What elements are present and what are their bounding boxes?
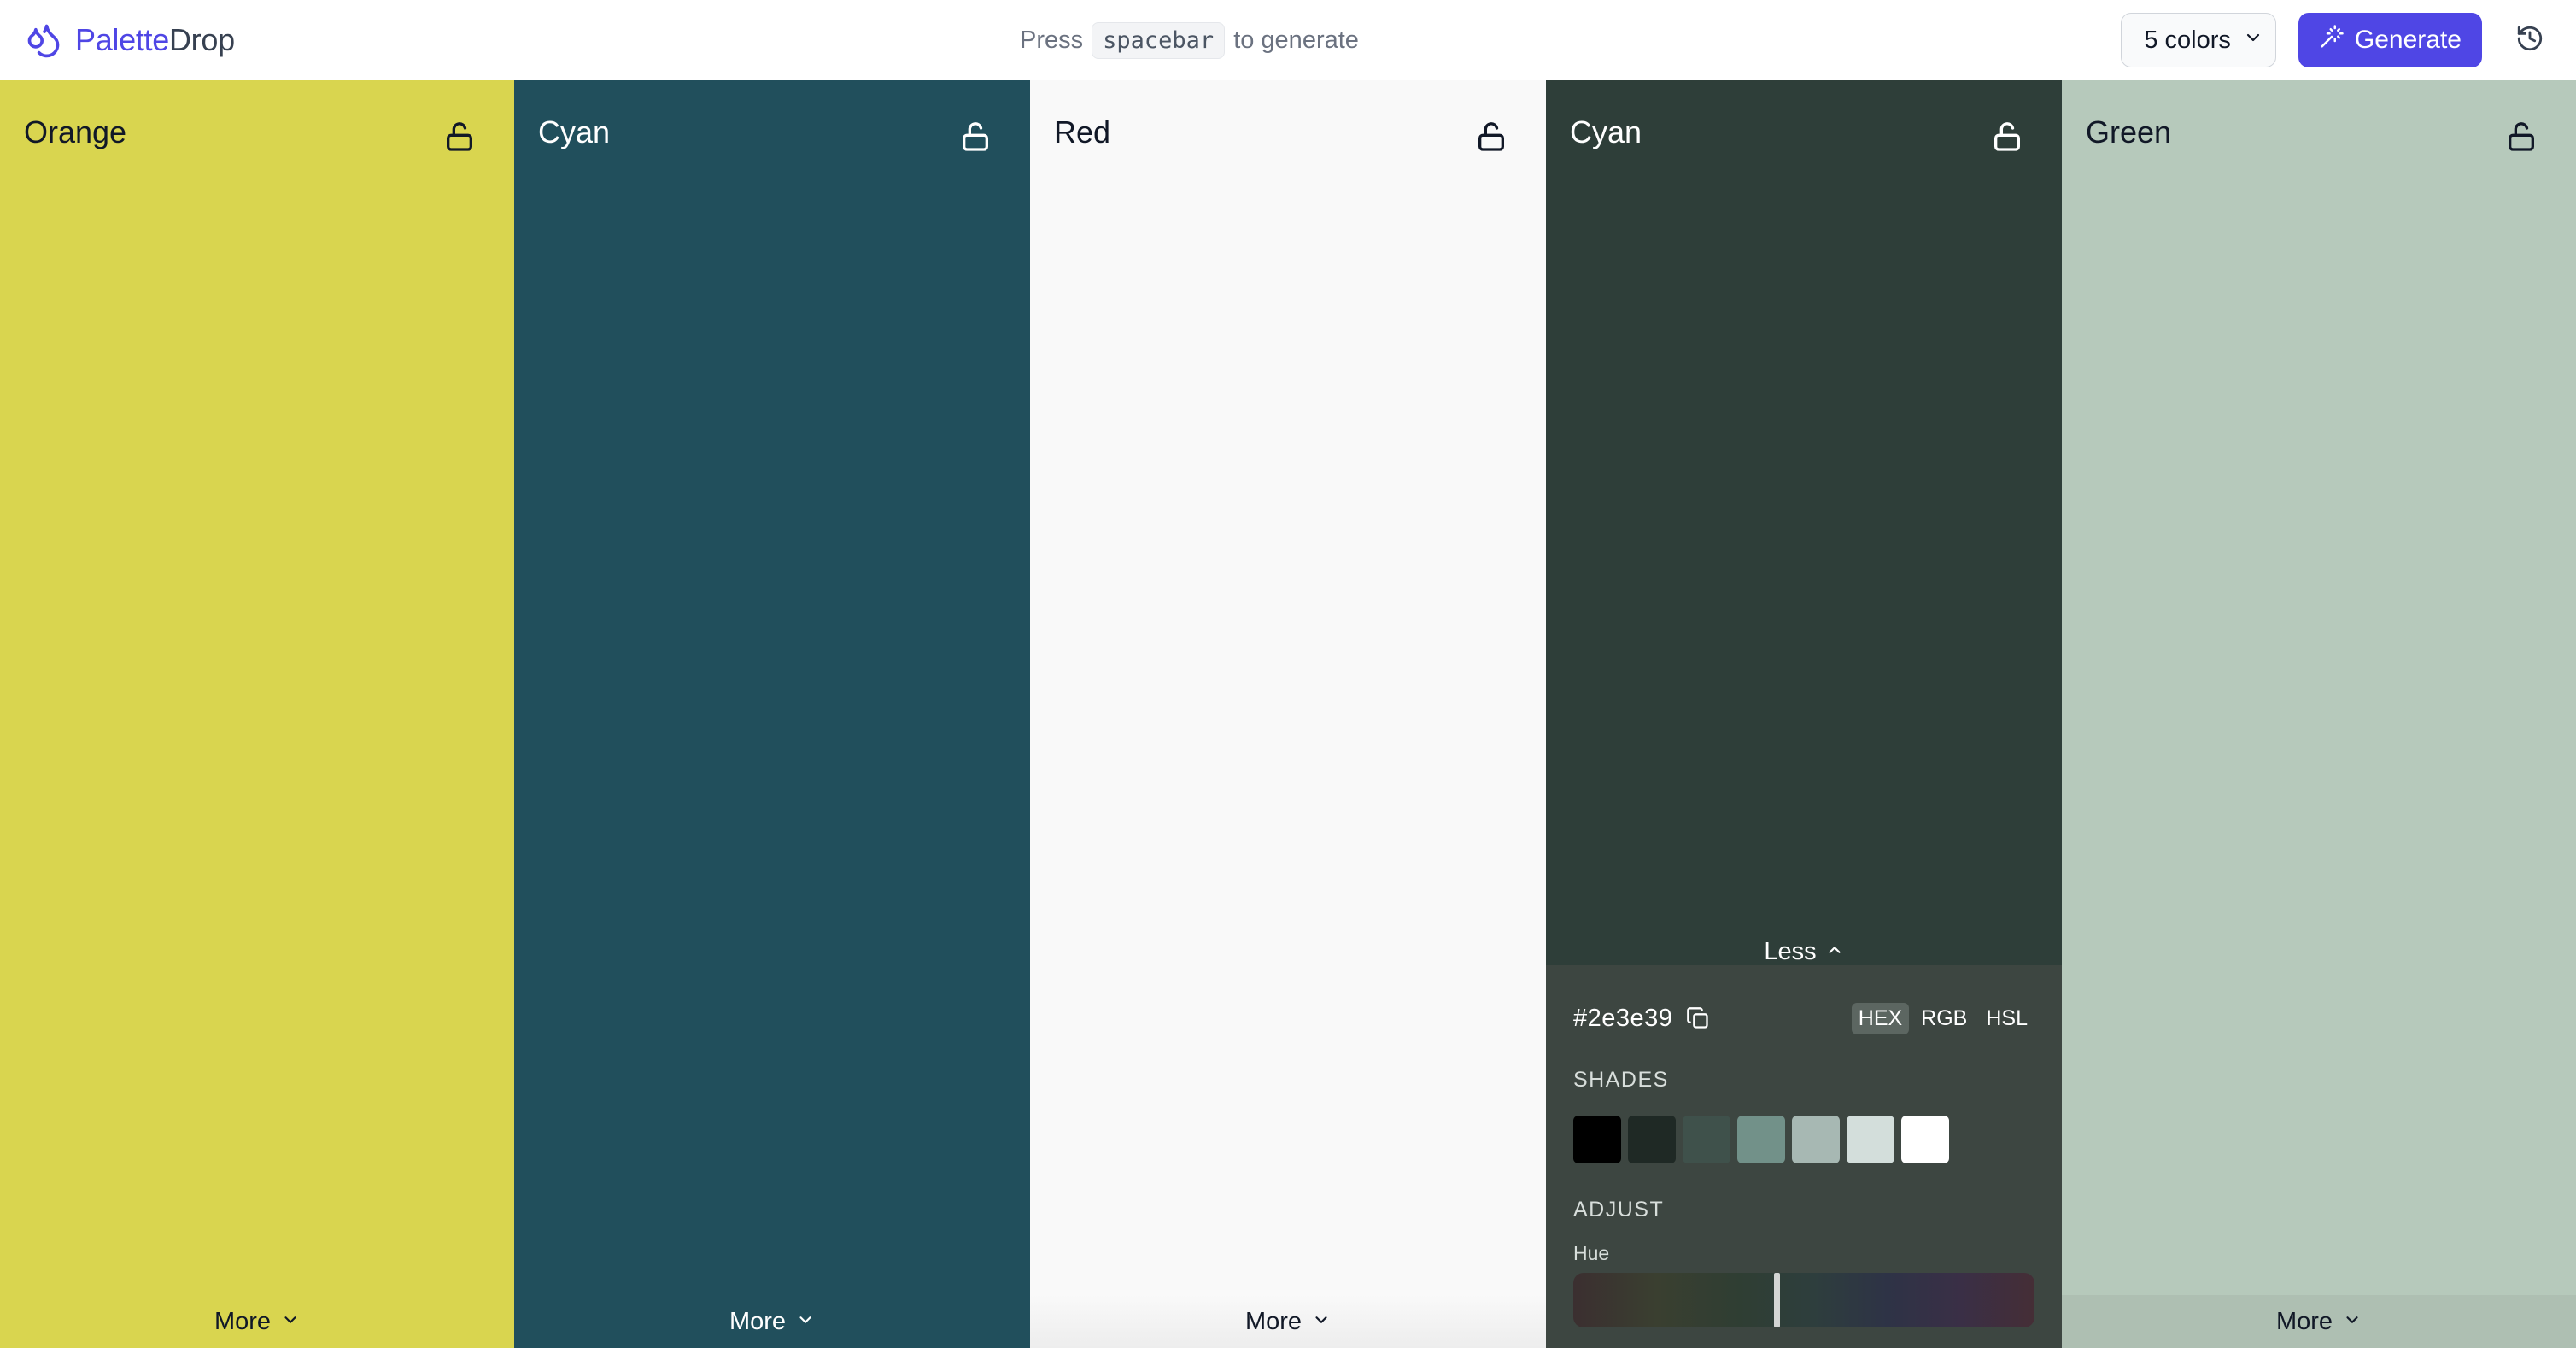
magic-wand-icon: [2319, 24, 2345, 56]
color-column-4[interactable]: Cyan Less #2e3e39 HEX RGB HSL SHADES ADJ…: [1546, 80, 2062, 1348]
more-label: More: [1244, 1307, 1303, 1335]
format-toggle: HEX RGB HSL: [1851, 1002, 2034, 1034]
format-rgb-button[interactable]: RGB: [1914, 1003, 1974, 1034]
chevron-down-icon: [2343, 1308, 2362, 1336]
color-column-1[interactable]: Orange More: [0, 80, 514, 1348]
color-name: Cyan: [1570, 114, 1642, 149]
logo[interactable]: PaletteDrop: [24, 21, 235, 60]
adjust-heading: ADJUST: [1573, 1198, 1665, 1222]
generate-button[interactable]: Generate: [2298, 13, 2482, 67]
unlock-icon[interactable]: [442, 120, 477, 154]
more-label: More: [214, 1307, 272, 1335]
less-label: Less: [1764, 937, 1817, 965]
chevron-down-icon: [281, 1308, 300, 1336]
top-bar: PaletteDrop Press spacebar to generate 5…: [0, 0, 2576, 80]
color-code-value: #2e3e39: [1573, 1004, 1673, 1032]
shade-swatch[interactable]: [1573, 1116, 1621, 1163]
color-name: Cyan: [538, 114, 611, 149]
chevron-down-icon: [796, 1308, 815, 1336]
color-count-select[interactable]: 5 colors: [2121, 13, 2276, 67]
shade-swatch[interactable]: [1737, 1116, 1785, 1163]
color-name: Orange: [24, 114, 127, 149]
color-count-value: 5 colors: [2144, 26, 2231, 54]
unlock-icon[interactable]: [1474, 120, 1508, 154]
app-name-part1: Palette: [75, 22, 169, 57]
format-hex-button[interactable]: HEX: [1851, 1002, 1910, 1034]
color-details-panel: #2e3e39 HEX RGB HSL SHADES ADJUST Hue: [1546, 965, 2062, 1348]
more-label: More: [2275, 1307, 2333, 1335]
hint-key: spacebar: [1092, 21, 1226, 59]
unlock-icon[interactable]: [1990, 120, 2024, 154]
more-button[interactable]: More: [0, 1295, 514, 1348]
unlock-icon[interactable]: [958, 120, 992, 154]
hint-prefix: Press: [1020, 26, 1084, 54]
shades-row: [1573, 1116, 1949, 1163]
app-name-part2: Drop: [168, 22, 235, 57]
hint-suffix: to generate: [1233, 26, 1359, 54]
more-button[interactable]: More: [2062, 1295, 2576, 1348]
color-code-row: #2e3e39 HEX RGB HSL: [1573, 999, 2034, 1037]
chevron-down-icon: [1312, 1308, 1331, 1336]
history-icon: [2515, 24, 2544, 57]
shade-swatch[interactable]: [1792, 1116, 1840, 1163]
hue-slider-thumb[interactable]: [1774, 1273, 1780, 1327]
unlock-icon[interactable]: [2504, 120, 2538, 154]
shades-heading: SHADES: [1573, 1068, 1669, 1092]
history-button[interactable]: [2508, 18, 2552, 62]
hue-slider[interactable]: [1573, 1273, 2034, 1327]
chevron-down-icon: [2243, 26, 2263, 55]
more-button[interactable]: More: [1030, 1295, 1546, 1348]
generate-label: Generate: [2354, 26, 2462, 54]
keyboard-hint: Press spacebar to generate: [1020, 0, 1359, 80]
app-name: PaletteDrop: [75, 22, 235, 58]
chevron-up-icon: [1825, 938, 1844, 966]
drop-icon: [24, 21, 63, 60]
color-name: Green: [2086, 114, 2172, 149]
color-name: Red: [1054, 114, 1111, 149]
color-column-5[interactable]: Green More: [2062, 80, 2576, 1348]
hue-label: Hue: [1573, 1242, 1610, 1264]
shade-swatch[interactable]: [1683, 1116, 1730, 1163]
copy-icon[interactable]: [1684, 1005, 1712, 1032]
shade-swatch[interactable]: [1628, 1116, 1676, 1163]
more-label: More: [729, 1307, 787, 1335]
less-button[interactable]: Less: [1546, 935, 2062, 969]
shade-swatch[interactable]: [1901, 1116, 1949, 1163]
color-column-3[interactable]: Red More: [1030, 80, 1546, 1348]
shade-swatch[interactable]: [1847, 1116, 1894, 1163]
format-hsl-button[interactable]: HSL: [1979, 1003, 2034, 1034]
more-button[interactable]: More: [514, 1295, 1030, 1348]
color-column-2[interactable]: Cyan More: [514, 80, 1030, 1348]
palette: Orange More Cyan More Red More Cyan Less…: [0, 80, 2576, 1348]
